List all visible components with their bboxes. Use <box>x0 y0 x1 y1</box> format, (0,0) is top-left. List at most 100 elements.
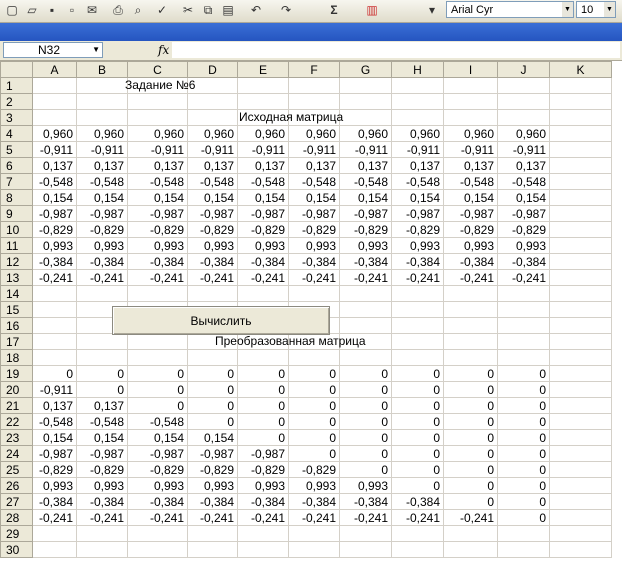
cell[interactable]: 0 <box>391 365 444 382</box>
cell[interactable] <box>549 253 612 270</box>
cell[interactable] <box>187 77 238 94</box>
cell[interactable] <box>549 301 612 318</box>
cell[interactable] <box>32 93 77 110</box>
cell[interactable] <box>127 349 188 366</box>
cell[interactable] <box>549 125 612 142</box>
cell[interactable]: -0,987 <box>237 445 289 462</box>
calculate-button[interactable]: Вычислить <box>112 306 330 335</box>
row-header[interactable]: 23 <box>0 429 33 446</box>
cell[interactable]: 0 <box>187 381 238 398</box>
cell[interactable] <box>549 541 612 558</box>
row-header[interactable]: 3 <box>0 109 33 126</box>
select-all-corner[interactable] <box>0 61 33 78</box>
cell[interactable]: 0,993 <box>76 237 128 254</box>
cell[interactable]: 0,993 <box>32 237 77 254</box>
cell[interactable]: 0 <box>76 381 128 398</box>
cell[interactable] <box>127 93 188 110</box>
cell[interactable]: 0 <box>339 445 392 462</box>
cell[interactable]: -0,987 <box>127 205 188 222</box>
cell[interactable]: 0,137 <box>32 157 77 174</box>
cell[interactable]: -0,241 <box>497 269 550 286</box>
cell[interactable]: -0,548 <box>127 173 188 190</box>
cell[interactable] <box>549 333 612 350</box>
cell[interactable]: 0 <box>127 365 188 382</box>
cell[interactable]: 0,993 <box>339 237 392 254</box>
cell[interactable]: 0,137 <box>32 397 77 414</box>
cell[interactable] <box>549 141 612 158</box>
chevron-down-icon[interactable]: ▼ <box>562 2 573 17</box>
cell[interactable] <box>497 349 550 366</box>
cell[interactable]: -0,911 <box>288 141 340 158</box>
cell[interactable] <box>76 333 128 350</box>
cell[interactable]: 0 <box>443 413 498 430</box>
cell[interactable] <box>549 477 612 494</box>
cell[interactable] <box>497 77 550 94</box>
cell[interactable]: 0 <box>443 445 498 462</box>
cell[interactable]: -0,987 <box>187 205 238 222</box>
cell[interactable] <box>443 333 498 350</box>
cell[interactable]: -0,829 <box>443 221 498 238</box>
cell[interactable] <box>391 93 444 110</box>
cell[interactable] <box>391 333 444 350</box>
row-header[interactable]: 17 <box>0 333 33 350</box>
cell[interactable]: -0,987 <box>339 205 392 222</box>
cell[interactable] <box>549 157 612 174</box>
autosum-icon[interactable]: Σ <box>326 2 342 18</box>
cell[interactable]: 0 <box>339 365 392 382</box>
cell[interactable] <box>237 541 289 558</box>
row-header[interactable]: 13 <box>0 269 33 286</box>
cell[interactable]: 0 <box>497 397 550 414</box>
cell[interactable]: -0,548 <box>288 173 340 190</box>
cell[interactable]: 0,993 <box>237 237 289 254</box>
cell[interactable] <box>32 525 77 542</box>
cell[interactable] <box>237 285 289 302</box>
cell[interactable] <box>339 541 392 558</box>
cell[interactable]: 0 <box>237 429 289 446</box>
row-header[interactable]: 25 <box>0 461 33 478</box>
cell[interactable]: -0,384 <box>339 493 392 510</box>
cell[interactable]: 0 <box>443 397 498 414</box>
cell[interactable]: -0,548 <box>76 173 128 190</box>
cell[interactable] <box>339 285 392 302</box>
cell[interactable]: 0 <box>288 397 340 414</box>
cell[interactable]: 0 <box>497 461 550 478</box>
cell[interactable] <box>549 173 612 190</box>
cell[interactable]: 0 <box>237 397 289 414</box>
cell[interactable] <box>549 381 612 398</box>
cell[interactable] <box>497 525 550 542</box>
row-header[interactable]: 26 <box>0 477 33 494</box>
cell[interactable]: 0,993 <box>391 237 444 254</box>
cell[interactable]: -0,829 <box>288 221 340 238</box>
cell[interactable] <box>288 285 340 302</box>
cell[interactable]: -0,241 <box>127 509 188 526</box>
cell[interactable] <box>549 285 612 302</box>
cell[interactable] <box>497 333 550 350</box>
cell[interactable] <box>76 109 128 126</box>
cell[interactable]: -0,911 <box>127 141 188 158</box>
cell[interactable]: 0,154 <box>497 189 550 206</box>
cell[interactable]: 0,960 <box>127 125 188 142</box>
cell[interactable]: 0,137 <box>288 157 340 174</box>
cell[interactable] <box>549 77 612 94</box>
row-header[interactable]: 28 <box>0 509 33 526</box>
cell[interactable]: 0,137 <box>127 157 188 174</box>
cell[interactable]: 0,154 <box>288 189 340 206</box>
cell[interactable] <box>443 317 498 334</box>
cell[interactable]: 0,960 <box>339 125 392 142</box>
cell[interactable]: -0,384 <box>288 493 340 510</box>
cell[interactable]: -0,241 <box>237 509 289 526</box>
cell[interactable] <box>549 493 612 510</box>
cell[interactable]: 0 <box>187 365 238 382</box>
cell[interactable]: -0,987 <box>187 445 238 462</box>
cell[interactable] <box>187 349 238 366</box>
column-header[interactable]: K <box>549 61 612 78</box>
cell[interactable]: -0,384 <box>237 493 289 510</box>
cell[interactable] <box>76 77 128 94</box>
spelling-icon[interactable]: ✓ <box>154 2 170 18</box>
cell[interactable] <box>76 93 128 110</box>
cell[interactable] <box>127 541 188 558</box>
cell[interactable] <box>549 445 612 462</box>
cell[interactable]: 0 <box>497 381 550 398</box>
cell[interactable] <box>127 285 188 302</box>
row-header[interactable]: 19 <box>0 365 33 382</box>
